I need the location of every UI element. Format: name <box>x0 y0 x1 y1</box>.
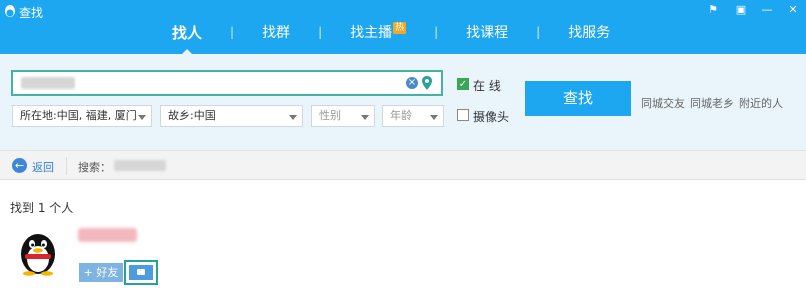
search-panel: × ✓ 在 线 摄像头 查找 同城交友 同城老乡 附近的人 所在地:中国, 福建… <box>0 54 806 150</box>
window-title: 查找 <box>19 6 44 20</box>
camera-checkbox[interactable] <box>457 109 469 121</box>
qq-penguin-icon <box>5 5 15 17</box>
location-select[interactable]: 所在地:中国, 福建, 厦门 <box>12 105 152 127</box>
tab-find-courses[interactable]: 找课程 <box>452 22 522 42</box>
tab-separator: | <box>318 25 323 39</box>
redacted-nickname <box>78 228 137 242</box>
divider <box>66 157 67 175</box>
redacted-search-text <box>21 77 75 89</box>
tab-find-services[interactable]: 找服务 <box>554 22 624 42</box>
minimize-icon[interactable]: — <box>760 4 774 16</box>
tab-find-people[interactable]: 找人 <box>158 22 216 55</box>
hot-badge: 热 <box>393 22 407 34</box>
result-navbar: ← 返回 搜索： <box>0 150 806 180</box>
online-label: 在 线 <box>473 79 501 93</box>
tab-separator: | <box>536 25 541 39</box>
highlight-box <box>124 260 158 285</box>
lock-icon[interactable]: ▣ <box>734 4 748 16</box>
add-friend-button[interactable]: + 好友 <box>79 263 123 282</box>
chat-icon[interactable] <box>129 265 153 280</box>
tab-separator: | <box>434 25 439 39</box>
camera-label: 摄像头 <box>473 110 510 124</box>
main-tabs: 找人 | 找群 | 找主播热 | 找课程 | 找服务 <box>158 22 624 55</box>
tab-find-streamers[interactable]: 找主播热 <box>336 22 420 42</box>
flag-icon[interactable]: ⚑ <box>706 4 720 16</box>
chevron-down-icon <box>289 115 297 120</box>
location-select-value: 所在地:中国, 福建, 厦门 <box>20 109 137 122</box>
tab-find-streamers-label: 找主播 <box>350 25 393 41</box>
tab-separator: | <box>230 25 235 39</box>
tab-find-groups[interactable]: 找群 <box>248 22 304 42</box>
age-select-value: 年龄 <box>390 109 412 122</box>
clear-icon[interactable]: × <box>406 77 418 89</box>
quick-link-same-city-hometown[interactable]: 同城老乡 <box>690 95 734 111</box>
avatar[interactable] <box>16 226 60 276</box>
chevron-down-icon <box>361 115 369 120</box>
chevron-down-icon <box>138 115 146 120</box>
search-query-label: 搜索： <box>78 161 111 174</box>
redacted-search-query <box>114 160 166 171</box>
back-link[interactable]: 返回 <box>32 159 54 175</box>
find-button[interactable]: 查找 <box>525 81 631 116</box>
chevron-down-icon <box>430 115 438 120</box>
result-count: 找到 1 个人 <box>10 201 74 215</box>
hometown-select-value: 故乡:中国 <box>168 109 216 122</box>
online-checkbox[interactable]: ✓ <box>457 78 469 90</box>
gender-select-value: 性别 <box>319 109 341 122</box>
location-pin-icon[interactable] <box>421 75 433 91</box>
age-select[interactable]: 年龄 <box>382 105 444 127</box>
title-bar: 查找 找人 | 找群 | 找主播热 | 找课程 | 找服务 ⚑ ▣ — ✕ <box>0 0 806 55</box>
quick-link-nearby-people[interactable]: 附近的人 <box>739 95 783 111</box>
quick-link-same-city-friends[interactable]: 同城交友 <box>641 95 685 111</box>
hometown-select[interactable]: 故乡:中国 <box>160 105 303 127</box>
close-icon[interactable]: ✕ <box>786 4 800 16</box>
search-input[interactable]: × <box>11 70 443 96</box>
back-arrow-icon[interactable]: ← <box>12 158 27 173</box>
gender-select[interactable]: 性别 <box>311 105 375 127</box>
